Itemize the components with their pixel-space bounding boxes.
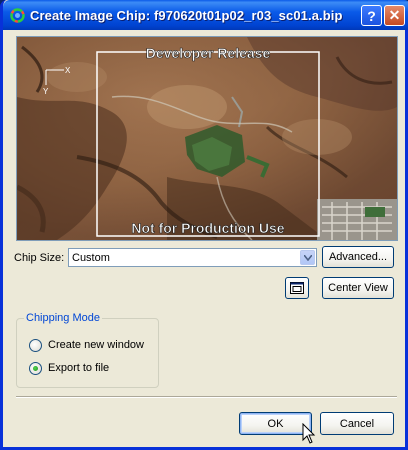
create-new-window-radio[interactable] — [29, 339, 42, 352]
export-to-file-radio[interactable] — [29, 362, 42, 375]
image-chip-icon — [10, 8, 25, 23]
window-title: Create Image Chip: f970620t01p02_r03_sc0… — [30, 8, 343, 23]
advanced-button[interactable]: Advanced... — [322, 246, 394, 268]
watermark-top: Developer Release — [146, 45, 271, 61]
mouse-cursor-icon — [302, 423, 316, 444]
image-preview[interactable]: X Y Developer Release Not for Production… — [16, 36, 398, 241]
chip-size-label: Chip Size: — [14, 252, 65, 264]
axis-x-label: X — [65, 66, 71, 75]
frame-view-icon — [290, 282, 304, 294]
export-to-file-label[interactable]: Export to file — [48, 362, 109, 374]
chevron-down-icon[interactable] — [300, 250, 315, 265]
title-bar[interactable]: Create Image Chip: f970620t01p02_r03_sc0… — [3, 0, 408, 30]
chip-size-value: Custom — [72, 252, 110, 264]
frame-view-button[interactable] — [285, 277, 309, 299]
create-image-chip-dialog: Create Image Chip: f970620t01p02_r03_sc0… — [0, 0, 408, 450]
axis-y-label: Y — [43, 87, 49, 96]
chip-size-select[interactable]: Custom — [68, 248, 317, 267]
chipping-mode-title: Chipping Mode — [24, 312, 102, 324]
cancel-button[interactable]: Cancel — [320, 412, 394, 435]
help-button[interactable]: ? — [361, 5, 382, 26]
separator — [16, 396, 397, 398]
create-new-window-label[interactable]: Create new window — [48, 339, 144, 351]
center-view-button[interactable]: Center View — [322, 277, 394, 299]
watermark-bottom: Not for Production Use — [131, 220, 284, 236]
satellite-image: X Y Developer Release Not for Production… — [17, 37, 397, 240]
chipping-mode-group — [16, 318, 159, 388]
close-button[interactable]: ✕ — [384, 5, 405, 26]
radio-selected-dot — [33, 366, 38, 371]
